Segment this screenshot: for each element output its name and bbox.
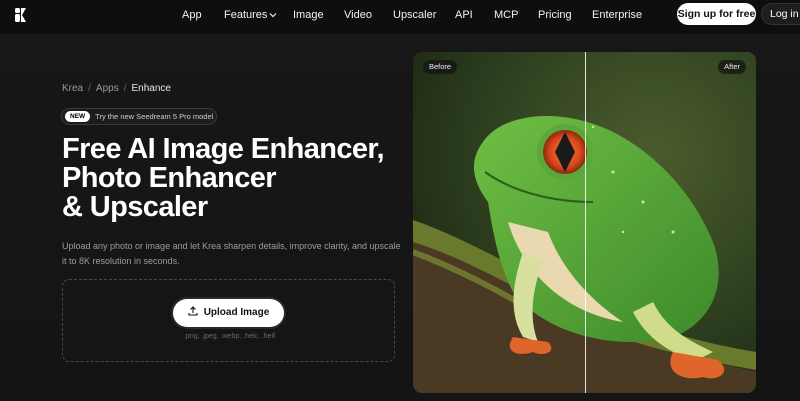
title-line-1: Free AI Image Enhancer, xyxy=(62,133,385,165)
nav-link-mcp[interactable]: MCP xyxy=(494,8,518,22)
hero-description: Upload any photo or image and let Krea s… xyxy=(62,241,401,266)
breadcrumb-separator: / xyxy=(123,83,127,94)
login-button[interactable]: Log in xyxy=(761,3,800,25)
new-tag: NEW xyxy=(65,111,91,122)
nav-link-api[interactable]: API xyxy=(455,8,473,22)
breadcrumb-item-current: Enhance xyxy=(131,83,171,94)
nav-link-pricing[interactable]: Pricing xyxy=(538,8,572,22)
nav-link-app[interactable]: App xyxy=(182,8,202,22)
title-line-3: & Upscaler xyxy=(62,191,208,223)
before-label: Before xyxy=(423,60,458,74)
breadcrumb-separator: / xyxy=(88,83,91,94)
breadcrumb: Krea / Apps / Enhance xyxy=(62,83,171,94)
nav-link-features-label: Features xyxy=(224,9,268,21)
compare-divider-handle[interactable] xyxy=(585,52,586,393)
breadcrumb-item-krea[interactable]: Krea xyxy=(62,83,83,94)
nav-link-enterprise[interactable]: Enterprise xyxy=(592,8,642,22)
badge-text: Try the new Seedream 5 Pro model xyxy=(95,112,214,121)
nav-link-features[interactable]: Features xyxy=(224,8,277,22)
nav-link-image[interactable]: Image xyxy=(293,8,324,22)
new-model-badge[interactable]: NEW Try the new Seedream 5 Pro model xyxy=(61,108,217,125)
title-line-2: Photo Enhancer xyxy=(62,162,277,194)
upload-button-label: Upload Image xyxy=(203,307,270,318)
supported-formats: .png, .jpeg, .webp, .heic, .heif xyxy=(183,333,276,340)
page-title: Free AI Image Enhancer, Photo Enhancer &… xyxy=(62,135,402,222)
breadcrumb-item-apps[interactable]: Apps xyxy=(96,83,119,94)
before-after-compare[interactable]: Before After xyxy=(413,52,756,393)
chevron-down-icon xyxy=(269,13,277,18)
after-label: After xyxy=(718,60,746,74)
top-nav: App Features Image Video Upscaler API MC… xyxy=(0,0,800,30)
signup-button[interactable]: Sign up for free xyxy=(677,3,756,25)
upload-image-button[interactable]: Upload Image xyxy=(173,299,284,327)
nav-link-video[interactable]: Video xyxy=(344,8,372,22)
upload-icon xyxy=(188,306,198,316)
nav-link-upscaler[interactable]: Upscaler xyxy=(393,8,436,22)
upload-dropzone[interactable]: Upload Image .png, .jpeg, .webp, .heic, … xyxy=(62,279,395,362)
